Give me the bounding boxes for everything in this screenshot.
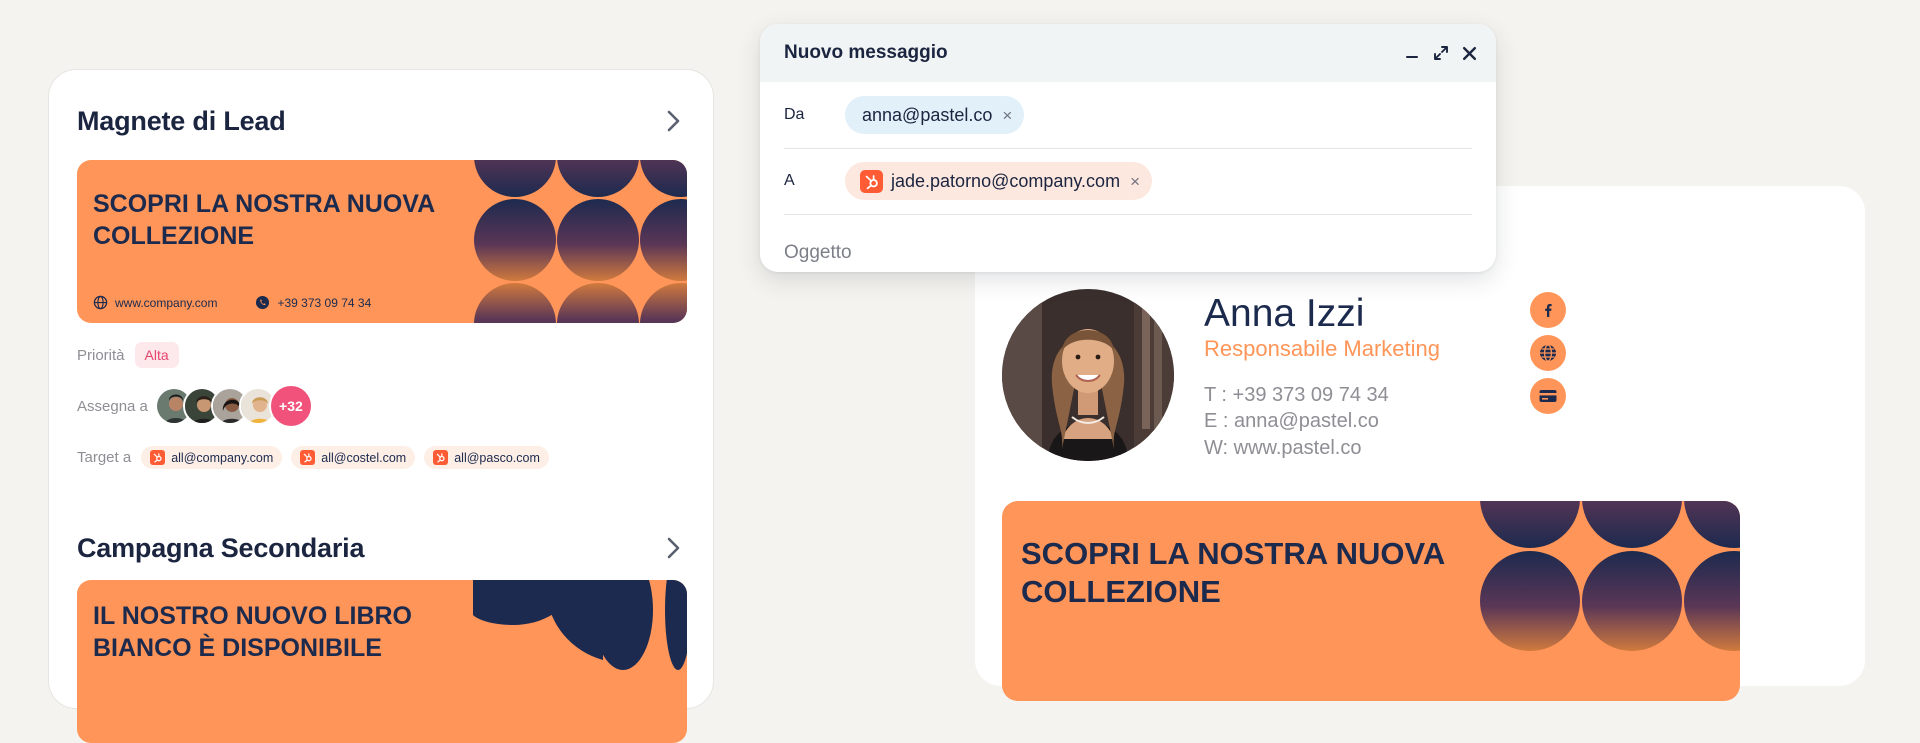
banner-circle-pattern xyxy=(474,160,687,323)
from-label: Da xyxy=(784,106,805,123)
priority-badge[interactable]: Alta xyxy=(134,342,179,368)
from-email-chip[interactable]: anna@pastel.co × xyxy=(845,96,1025,134)
compose-header: Nuovo messaggio xyxy=(760,24,1496,82)
remove-icon[interactable]: × xyxy=(1130,173,1140,190)
priority-row: Priorità Alta xyxy=(77,342,179,368)
window-controls xyxy=(1403,45,1478,62)
assignee-avatars[interactable]: +32 xyxy=(154,384,313,428)
target-chip-label: all@company.com xyxy=(171,450,274,465)
facebook-icon[interactable] xyxy=(1530,292,1566,328)
banner-headline: SCOPRI LA NOSTRA NUOVA COLLEZIONE xyxy=(93,190,435,250)
card-icon[interactable] xyxy=(1530,378,1566,414)
target-chip[interactable]: all@company.com xyxy=(141,446,283,469)
signature-banner[interactable]: SCOPRI LA NOSTRA NUOVA COLLEZIONE xyxy=(1002,501,1740,701)
target-chip-label: all@pasco.com xyxy=(454,450,540,465)
banner-contacts: www.company.com +39 373 09 74 34 xyxy=(93,295,371,310)
profile-photo xyxy=(1002,289,1174,461)
target-row: Target a all@company.com all@costel.com … xyxy=(77,446,558,469)
target-chip[interactable]: all@costel.com xyxy=(291,446,416,469)
target-chip[interactable]: all@pasco.com xyxy=(424,446,549,469)
whatsapp-icon xyxy=(256,295,270,310)
assign-row: Assegna a +32 xyxy=(77,384,313,428)
banner-phone: +39 373 09 74 34 xyxy=(277,295,372,310)
from-row: Da anna@pastel.co × xyxy=(784,82,1472,149)
secondary-banner-headline: IL NOSTRO NUOVO LIBRO BIANCO È DISPONIBI… xyxy=(93,602,412,662)
lead-magnet-title: Magnete di Lead xyxy=(77,105,286,136)
from-email: anna@pastel.co xyxy=(862,104,993,125)
to-email-chip[interactable]: jade.patorno@company.com × xyxy=(845,162,1152,200)
secondary-campaign-banner[interactable]: IL NOSTRO NUOVO LIBRO BIANCO È DISPONIBI… xyxy=(77,580,687,743)
secondary-campaign-header[interactable]: Campagna Secondaria xyxy=(77,528,685,568)
assign-label: Assegna a xyxy=(77,397,148,415)
lead-magnet-banner[interactable]: SCOPRI LA NOSTRA NUOVA COLLEZIONE www.co… xyxy=(77,160,687,323)
hubspot-icon xyxy=(150,450,166,465)
signature-role: Responsabile Marketing xyxy=(1204,336,1441,361)
chevron-right-icon[interactable] xyxy=(663,537,685,559)
secondary-campaign-title: Campagna Secondaria xyxy=(77,532,365,563)
signature-email: E : anna@pastel.co xyxy=(1204,410,1379,432)
lead-magnet-header[interactable]: Magnete di Lead xyxy=(77,101,685,141)
subject-input[interactable] xyxy=(784,242,1474,264)
to-label: A xyxy=(784,172,795,189)
to-row: A jade.patorno@company.com × xyxy=(784,148,1472,215)
to-email: jade.patorno@company.com xyxy=(891,170,1121,191)
signature-name: Anna Izzi xyxy=(1204,292,1365,335)
hubspot-icon xyxy=(860,169,883,193)
banner-website: www.company.com xyxy=(115,295,218,310)
hubspot-icon xyxy=(300,450,316,465)
globe-icon[interactable] xyxy=(1530,335,1566,371)
target-label: Target a xyxy=(77,449,132,466)
hubspot-icon xyxy=(433,450,449,465)
signature-website: W: www.pastel.co xyxy=(1204,437,1362,459)
campaign-list-card: Magnete di Lead SCOPRI LA NOSTRA NUOVA C… xyxy=(48,69,714,743)
compose-window: Nuovo messaggio Da anna@pastel.co × A ja… xyxy=(760,24,1496,272)
expand-icon[interactable] xyxy=(1432,45,1449,62)
more-assignees-badge[interactable]: +32 xyxy=(268,384,313,428)
signature-banner-headline: SCOPRI LA NOSTRA NUOVA COLLEZIONE xyxy=(1021,536,1445,609)
target-chip-label: all@costel.com xyxy=(321,450,407,465)
minimize-icon[interactable] xyxy=(1403,45,1420,62)
remove-icon[interactable]: × xyxy=(1002,107,1012,124)
priority-label: Priorità xyxy=(77,346,125,364)
globe-icon xyxy=(93,295,108,310)
banner-circle-pattern xyxy=(1480,501,1740,651)
banner-leaf-pattern xyxy=(473,580,687,670)
signature-phone: T : +39 373 09 74 34 xyxy=(1204,384,1389,406)
compose-title: Nuovo messaggio xyxy=(784,42,948,63)
close-icon[interactable] xyxy=(1461,45,1478,62)
chevron-right-icon[interactable] xyxy=(663,110,685,132)
